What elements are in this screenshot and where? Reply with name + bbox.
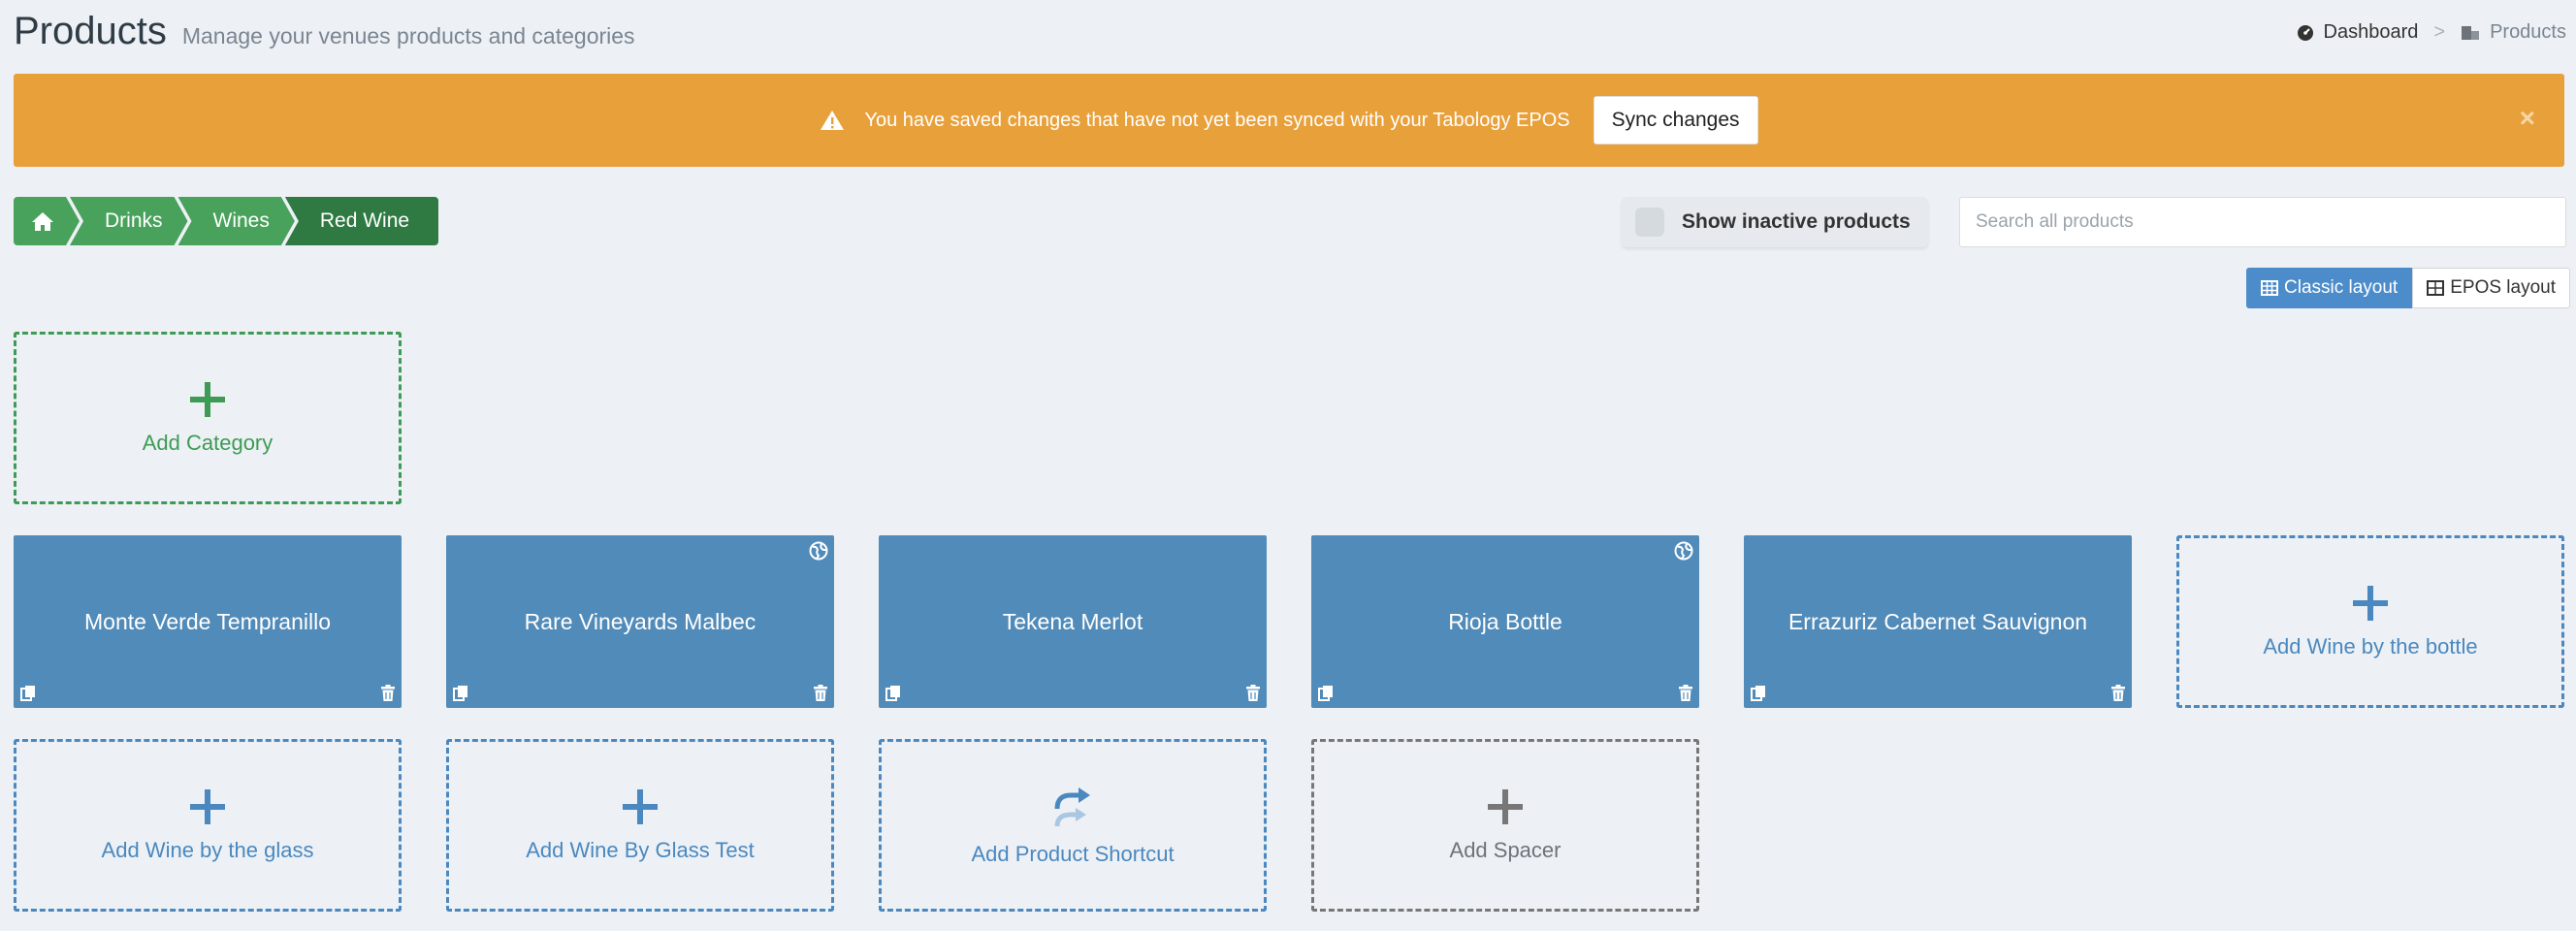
category-breadcrumb: Drinks Wines Red Wine (14, 197, 439, 245)
copy-icon[interactable] (1750, 685, 1767, 702)
breadcrumb-dashboard-link[interactable]: Dashboard (2324, 21, 2419, 44)
breadcrumb-separator: > (2433, 21, 2446, 43)
close-icon[interactable]: × (2520, 103, 2535, 134)
page-header: Products Manage your venues products and… (14, 10, 635, 68)
product-tile[interactable]: Rioja Bottle (1311, 535, 1699, 708)
trash-icon[interactable] (1678, 685, 1693, 702)
plus-icon (190, 382, 225, 417)
plus-icon (1488, 789, 1523, 824)
trash-icon[interactable] (813, 685, 828, 702)
product-tile[interactable]: Monte Verde Tempranillo (14, 535, 402, 708)
globe-icon (1674, 541, 1693, 561)
show-inactive-toggle[interactable]: Show inactive products (1622, 197, 1928, 247)
product-name: Rare Vineyards Malbec (524, 608, 757, 634)
show-inactive-label: Show inactive products (1682, 210, 1911, 233)
category-crumb-wines[interactable]: Wines (178, 197, 295, 245)
copy-icon[interactable] (452, 685, 469, 702)
home-icon (31, 210, 54, 232)
trash-icon[interactable] (380, 685, 396, 702)
classic-layout-label: Classic layout (2284, 277, 2399, 298)
add-spacer-label: Add Spacer (1449, 838, 1562, 862)
shortcut-arrows-icon (1054, 787, 1090, 827)
product-tile[interactable]: Tekena Merlot (879, 535, 1267, 708)
product-name: Monte Verde Tempranillo (84, 608, 331, 634)
plus-icon (2353, 586, 2388, 621)
add-category-label: Add Category (142, 431, 274, 455)
add-wine-glass-tile[interactable]: Add Wine by the glass (14, 739, 402, 912)
unsynced-changes-alert: You have saved changes that have not yet… (14, 74, 2564, 167)
epos-layout-button[interactable]: EPOS layout (2412, 268, 2570, 308)
breadcrumb-current: Products (2490, 21, 2566, 43)
layout-toggle: Classic layout EPOS layout (2246, 268, 2570, 308)
page-subtitle: Manage your venues products and categori… (181, 23, 635, 48)
globe-icon (809, 541, 828, 561)
table-icon (2261, 280, 2278, 296)
sync-changes-button[interactable]: Sync changes (1593, 96, 1758, 144)
add-product-shortcut-tile[interactable]: Add Product Shortcut (879, 739, 1267, 912)
add-spacer-tile[interactable]: Add Spacer (1311, 739, 1699, 912)
epos-layout-label: EPOS layout (2450, 277, 2556, 298)
product-tile[interactable]: Errazuriz Cabernet Sauvignon (1744, 535, 2132, 708)
breadcrumb: Dashboard > Products (2297, 21, 2566, 44)
trash-icon[interactable] (2110, 685, 2126, 702)
inactive-checkbox[interactable] (1635, 208, 1664, 237)
copy-icon[interactable] (885, 685, 902, 702)
add-wine-glass-test-tile[interactable]: Add Wine By Glass Test (446, 739, 834, 912)
add-wine-glass-test-label: Add Wine By Glass Test (526, 838, 755, 862)
add-wine-glass-label: Add Wine by the glass (101, 838, 314, 862)
products-icon (2462, 25, 2480, 40)
plus-icon (623, 789, 658, 824)
trash-icon[interactable] (1245, 685, 1261, 702)
product-name: Tekena Merlot (1002, 608, 1143, 634)
add-product-shortcut-label: Add Product Shortcut (971, 842, 1175, 866)
warning-icon (821, 111, 845, 130)
search-input[interactable] (1959, 197, 2566, 247)
category-crumb-drinks[interactable]: Drinks (70, 197, 188, 245)
copy-icon[interactable] (1317, 685, 1335, 702)
copy-icon[interactable] (19, 685, 37, 702)
dashboard-icon (2297, 24, 2313, 41)
category-home[interactable] (14, 197, 80, 245)
category-crumb-red-wine[interactable]: Red Wine (284, 197, 439, 245)
alert-message: You have saved changes that have not yet… (864, 109, 1570, 131)
grid-icon (2427, 280, 2445, 296)
page-title: Products (14, 10, 167, 52)
product-name: Rioja Bottle (1448, 608, 1562, 634)
add-wine-bottle-tile[interactable]: Add Wine by the bottle (2176, 535, 2564, 708)
classic-layout-button[interactable]: Classic layout (2246, 268, 2413, 308)
add-category-tile[interactable]: Add Category (14, 332, 402, 504)
product-tile[interactable]: Rare Vineyards Malbec (446, 535, 834, 708)
plus-icon (190, 789, 225, 824)
product-name: Errazuriz Cabernet Sauvignon (1787, 608, 2088, 634)
add-wine-bottle-label: Add Wine by the bottle (2263, 634, 2478, 658)
